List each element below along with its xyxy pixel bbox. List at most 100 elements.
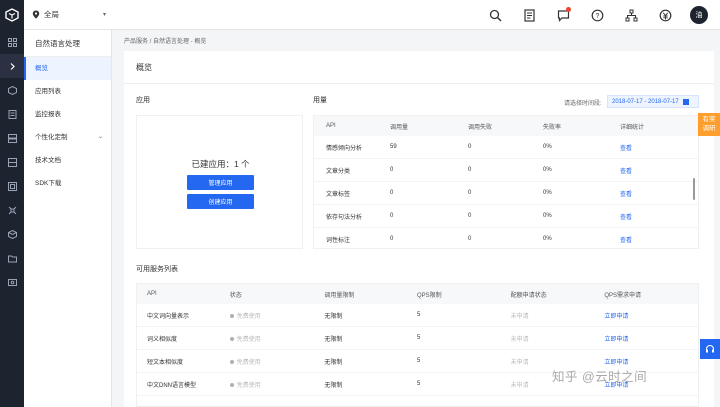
rail-box-button[interactable] [0,222,24,246]
rail-server-button[interactable] [0,126,24,150]
quota-status: 未申请 [510,359,529,366]
date-range-label: 请选择时间段: [564,101,602,107]
failure-rate: 0% [543,213,552,219]
date-range-picker[interactable]: 2018-07-17 - 2018-07-17 [607,95,699,108]
grid-icon [7,37,17,47]
apps-section-label: 应用 [136,97,150,104]
org-button[interactable] [622,6,640,24]
currency-icon [659,9,671,21]
failure-rate: 0% [543,144,552,150]
quota-status: 未申请 [510,336,529,343]
rail-network-button[interactable] [0,198,24,222]
service-name: 短文本相似度 [147,359,184,366]
notification-badge [566,7,571,12]
usage-table: API 调用量 调用失败 失败率 详细统计 情感倾向分析 59 0 0% 查看 … [313,115,699,249]
status-dot-icon [229,382,234,387]
survey-tab-line1: 有奖 [702,116,716,123]
status-text: 免费使用 [236,382,261,389]
failed-count: 0 [468,236,472,242]
chevron-down-icon: ⌄ [97,134,103,140]
services-table: API 状态 调用量限制 QPS限制 配额申请状态 QPS需求申请 中文词向量表… [136,283,699,407]
failure-rate: 0% [543,167,552,173]
rail-database-button[interactable] [0,174,24,198]
apply-now-link[interactable]: 立即申请 [604,357,698,366]
call-limit: 无限制 [324,313,343,320]
sidebar-item-app-list[interactable]: 应用列表 [24,80,111,103]
call-count: 0 [390,167,394,173]
column-header: QPS需求申请 [604,292,641,299]
logo[interactable] [0,0,24,30]
call-count: 0 [390,213,394,219]
api-name: 文章分类 [326,168,351,175]
apply-now-link[interactable]: 立即申请 [604,334,698,343]
call-count: 0 [390,236,394,242]
watermark: 知乎 @云时之间 [552,370,648,384]
table-row: 词性标注 0 0 0% 查看 [314,228,698,248]
rail-settings-button[interactable] [0,270,24,294]
server-icon [7,133,17,143]
help-button[interactable]: ? [588,6,606,24]
status-dot-icon [229,336,234,341]
status-dot-icon [229,313,234,318]
usage-section-label: 用量 [313,97,327,104]
user-avatar[interactable]: 油 [690,6,708,24]
table-header: API 调用量 调用失败 失败率 详细统计 [314,116,698,136]
manage-apps-button[interactable]: 管理应用 [187,175,254,190]
support-button[interactable] [700,339,720,359]
status-dot-icon [229,359,234,364]
message-button[interactable] [554,6,572,24]
rail-list-button[interactable] [0,102,24,126]
calendar-icon [682,98,689,105]
cube-icon [7,85,17,95]
view-details-link[interactable]: 查看 [620,189,690,198]
column-header: API [147,291,157,297]
sidebar-item-docs[interactable]: 技术文档 [24,149,111,172]
database-icon [7,181,17,191]
list-icon [8,109,16,119]
rail-layers-button[interactable] [0,150,24,174]
table-row: 词义相似度 免费使用 无限制 5 未申请 立即申请 [137,327,698,350]
failed-count: 0 [468,213,472,219]
search-button[interactable] [486,6,504,24]
sidebar-item-overview[interactable]: 概览 [24,57,111,80]
failure-rate: 0% [543,236,552,242]
survey-tab[interactable]: 有奖 调研 [698,113,720,136]
billing-button[interactable] [656,6,674,24]
sidebar-item-sdk[interactable]: SDK下载 [24,172,111,195]
chevron-down-icon: ▾ [103,12,107,18]
folder-icon [7,255,17,262]
apply-now-link[interactable]: 立即申请 [604,311,698,320]
view-details-link[interactable]: 查看 [620,212,690,221]
sidebar-item-label: 个性化定制 [35,134,68,141]
view-details-link[interactable]: 查看 [620,235,690,244]
org-icon [625,9,637,21]
call-count: 0 [390,190,394,196]
product-sidebar: 自然语言处理 概览 应用列表 监控报表 个性化定制 ⌄ 技术文档 SDK下载 [24,30,112,407]
column-header: 详细统计 [620,124,645,131]
expand-icon [10,62,15,70]
headset-icon [705,344,715,353]
service-status: 免费使用 [229,380,325,389]
failed-count: 0 [468,167,472,173]
column-header: QPS限制 [417,292,442,299]
region-selector[interactable]: 全局 ▾ [32,9,106,20]
rail-grid-button[interactable] [0,30,24,54]
rail-folder-button[interactable] [0,246,24,270]
qps-limit: 5 [417,381,421,387]
breadcrumb: 产品服务 / 自然语言处理 - 概览 [124,39,207,45]
failure-rate: 0% [543,190,552,196]
rail-cube-button[interactable] [0,78,24,102]
view-details-link[interactable]: 查看 [620,166,690,175]
rail-expand-button[interactable] [0,54,24,78]
sidebar-item-customization[interactable]: 个性化定制 ⌄ [24,126,111,149]
help-icon: ? [591,9,603,21]
view-details-link[interactable]: 查看 [620,143,690,152]
api-name: 文章标签 [326,191,351,198]
box-icon [7,229,17,239]
service-name: 中文词向量表示 [147,313,190,320]
table-scrollbar[interactable] [693,178,695,200]
create-app-button[interactable]: 创建应用 [187,194,254,209]
table-row: 情感倾向分析 59 0 0% 查看 [314,136,698,159]
document-button[interactable] [520,6,538,24]
sidebar-item-monitoring[interactable]: 监控报表 [24,103,111,126]
